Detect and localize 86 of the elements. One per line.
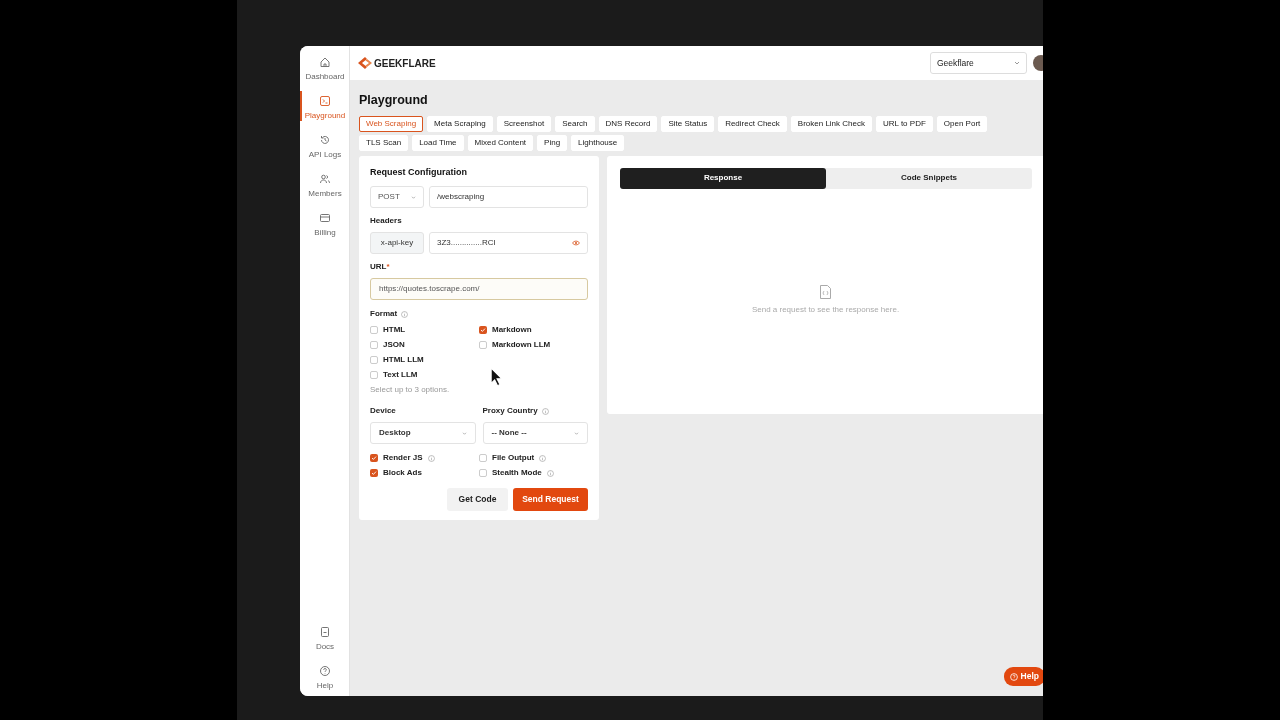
header-key-field[interactable]: x-api-key: [370, 232, 424, 255]
tab[interactable]: Load Time: [412, 134, 464, 151]
terminal-icon: [319, 95, 331, 107]
tab[interactable]: Ping: [537, 134, 568, 151]
tab[interactable]: Site Status: [661, 115, 715, 132]
tab[interactable]: DNS Record: [598, 115, 658, 132]
info-icon: [541, 407, 549, 415]
checkbox-label: HTML: [383, 324, 406, 337]
code-file-icon: [819, 284, 832, 299]
tab[interactable]: Code Snippets: [826, 167, 1032, 189]
empty-state-text: Send a request to see the response here.: [751, 303, 900, 316]
header-value-field[interactable]: 3Z3..............RCI: [429, 232, 588, 255]
tab[interactable]: Lighthouse: [571, 134, 625, 151]
sidebar-item[interactable]: Dashboard: [300, 56, 350, 83]
help-icon: [1009, 672, 1018, 681]
mouse-cursor-icon: [490, 367, 504, 388]
checkbox-label: HTML LLM: [383, 354, 424, 367]
logo-text: GEEKFLARE: [374, 56, 436, 71]
checkbox-label: Markdown: [492, 324, 532, 337]
field-label: Device: [370, 405, 396, 418]
hint-text: Select up to 3 options.: [370, 384, 451, 397]
checkbox-label: Block Ads: [383, 467, 422, 480]
checkbox-label: File Output: [492, 452, 535, 465]
tab[interactable]: URL to PDF: [875, 115, 933, 132]
chevron-down-icon: [574, 431, 579, 435]
page-title: Playground: [359, 92, 429, 109]
proxy-country-dropdown[interactable]: -- None --: [482, 422, 588, 445]
checkbox[interactable]: [479, 454, 487, 463]
checkbox[interactable]: [479, 341, 487, 350]
field-label: URL*: [370, 261, 391, 274]
checkbox-label: Markdown LLM: [492, 339, 551, 352]
logo-icon: [358, 57, 372, 69]
tab[interactable]: Screenshot: [496, 115, 552, 132]
device-dropdown[interactable]: Desktop: [370, 422, 476, 445]
tab[interactable]: Redirect Check: [718, 115, 787, 132]
document-icon: [319, 626, 331, 638]
workspace-dropdown[interactable]: Geekflare: [930, 52, 1027, 74]
checkbox-label: Stealth Mode: [492, 467, 542, 480]
tab[interactable]: Web Scraping: [359, 115, 424, 132]
field-label: Format: [370, 308, 398, 321]
checkbox[interactable]: [370, 356, 378, 365]
checkmark-icon: [480, 327, 486, 334]
sidebar-item[interactable]: API Logs: [300, 134, 350, 161]
checkbox[interactable]: [370, 326, 378, 335]
checkbox[interactable]: [479, 469, 487, 478]
sidebar-item[interactable]: Members: [300, 173, 350, 200]
sidebar-item[interactable]: Help: [300, 665, 350, 692]
method-dropdown[interactable]: POST: [370, 186, 424, 209]
tab[interactable]: Meta Scraping: [427, 115, 493, 132]
tab[interactable]: Mixed Content: [467, 134, 534, 151]
tab[interactable]: Response: [620, 167, 826, 189]
checkbox[interactable]: [370, 371, 378, 380]
help-icon: [319, 665, 331, 677]
checkbox-label: JSON: [383, 339, 405, 352]
send-request-button[interactable]: Send Request: [513, 488, 588, 512]
sidebar-item[interactable]: Billing: [300, 212, 350, 239]
checkmark-icon: [371, 455, 377, 462]
history-icon: [319, 134, 331, 146]
tab[interactable]: Search: [555, 115, 595, 132]
checkbox[interactable]: [370, 341, 378, 350]
chevron-down-icon: [1014, 61, 1020, 65]
api-key-value: 3Z3..............RCI: [437, 237, 496, 250]
tab[interactable]: TLS Scan: [359, 134, 409, 151]
checkbox[interactable]: [370, 469, 378, 478]
info-icon: [401, 310, 409, 318]
field-label: Proxy Country: [482, 405, 538, 418]
card-title: Request Configuration: [370, 165, 468, 179]
users-icon: [319, 173, 331, 185]
get-code-button[interactable]: Get Code: [447, 488, 508, 512]
help-button[interactable]: Help: [1003, 667, 1043, 686]
eye-icon[interactable]: [572, 240, 580, 247]
chevron-down-icon: [461, 431, 467, 435]
checkbox[interactable]: [479, 326, 487, 335]
endpoint-field[interactable]: /webscraping: [429, 186, 588, 209]
home-icon: [319, 56, 331, 68]
field-label: Headers: [370, 215, 403, 228]
checkbox[interactable]: [370, 454, 378, 463]
tab[interactable]: Broken Link Check: [790, 115, 872, 132]
chevron-down-icon: [411, 195, 416, 199]
checkbox-label: Text LLM: [383, 369, 418, 382]
url-field[interactable]: https://quotes.toscrape.com/: [370, 278, 588, 301]
sidebar-item[interactable]: Docs: [300, 626, 350, 653]
checkmark-icon: [371, 470, 377, 477]
credit-card-icon: [319, 212, 331, 224]
checkbox-label: Render JS: [383, 452, 423, 465]
tab[interactable]: Open Port: [936, 115, 988, 132]
